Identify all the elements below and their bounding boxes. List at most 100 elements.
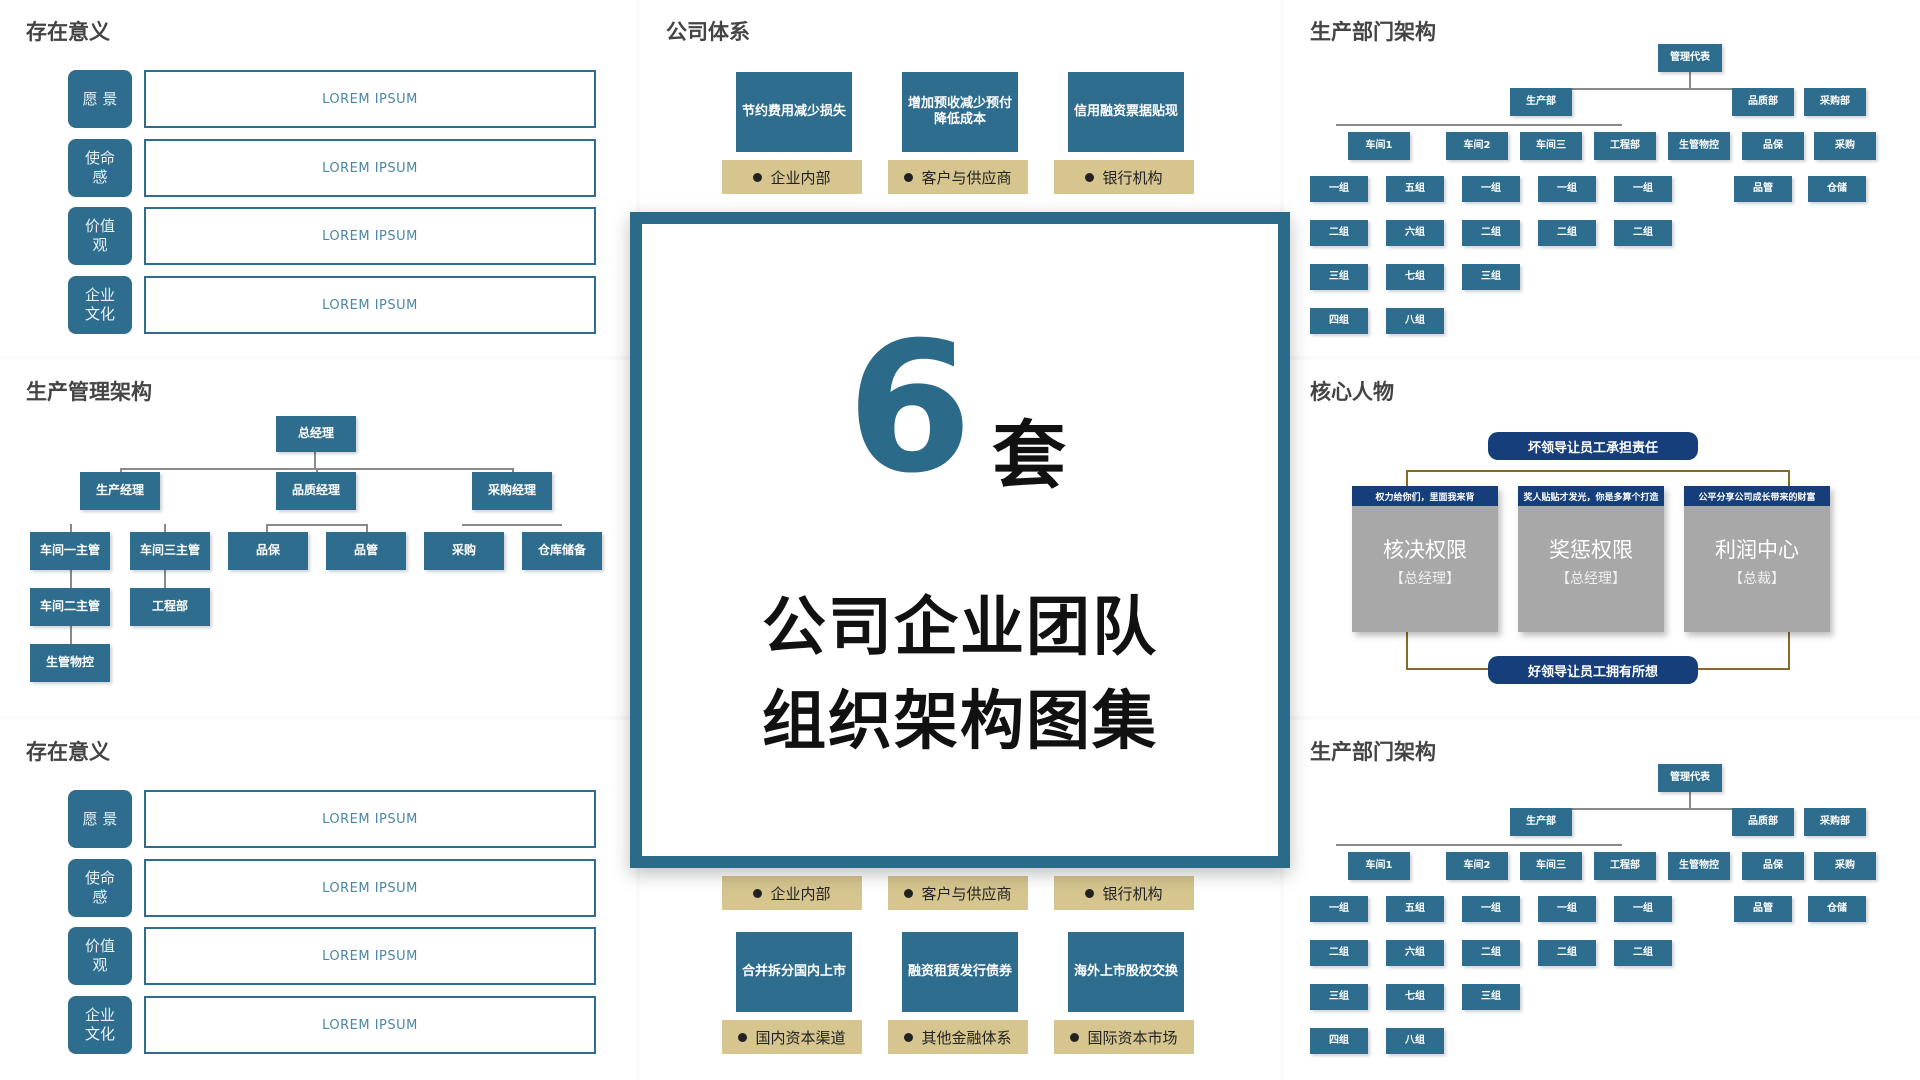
system-label: 其他金融体系 [888,1020,1028,1054]
dept-l3: 二组 [1462,940,1520,966]
panel-title: 生产部门架构 [1310,20,1436,44]
dept-l2: 工程部 [1594,852,1656,880]
dept-l3: 六组 [1386,940,1444,966]
dept-l3: 一组 [1614,176,1672,202]
dept-l1: 生产部 [1510,88,1572,116]
dept-l2: 生管物控 [1668,132,1730,160]
panel-company-system-top: 公司体系 节约费用减少损失 增加预收减少预付降低成本 信用融资票据贴现 企业内部… [640,0,1280,212]
dept-l3: 一组 [1310,896,1368,922]
dept-l3: 一组 [1538,896,1596,922]
dept-l2: 车间1 [1348,132,1410,160]
system-label: 国内资本渠道 [722,1020,862,1054]
system-label: 银行机构 [1054,160,1194,194]
value-row-culture: 企业文化 LOREM IPSUM [68,996,596,1054]
card-head: 权力给你们，里面我来背 [1352,486,1498,506]
center-title-line1: 公司企业团队 [762,591,1158,665]
dept-l3: 二组 [1614,220,1672,246]
label-text: 企业内部 [770,168,831,187]
label-text: 银行机构 [1102,884,1163,903]
value-box: LOREM IPSUM [144,139,596,197]
dept-l1: 品质部 [1732,88,1794,116]
dept-l1: 采购部 [1804,808,1866,836]
card-name: 奖惩权限 [1549,538,1633,562]
value-row-vision: 愿 景 LOREM IPSUM [68,790,596,848]
mgmt-l2: 品保 [228,532,308,570]
dept-l3: 品管 [1734,896,1792,922]
value-box: LOREM IPSUM [144,927,596,985]
dept-l3: 三组 [1462,264,1520,290]
mgmt-l2: 车间三主管 [130,532,210,570]
panel-title: 生产管理架构 [26,380,152,404]
label-text: 客户与供应商 [921,884,1012,903]
card-name: 核决权限 [1383,538,1467,562]
bullet-icon [753,888,763,898]
dept-l3: 二组 [1538,940,1596,966]
card-head: 公平分享公司成长带来的财富 [1684,486,1830,506]
label-text: 其他金融体系 [921,1028,1012,1047]
dept-l3: 八组 [1386,308,1444,334]
dept-l1: 生产部 [1510,808,1572,836]
value-row-values: 价值观 LOREM IPSUM [68,207,596,265]
top-pill: 坏领导让员工承担责任 [1488,432,1698,460]
dept-l3: 二组 [1310,940,1368,966]
core-card: 权力给你们，里面我来背 核决权限 【总经理】 [1352,486,1498,632]
mgmt-l2: 车间一主管 [30,532,110,570]
dept-l3: 三组 [1310,264,1368,290]
dept-l1: 品质部 [1732,808,1794,836]
center-title-line2: 组织架构图集 [762,685,1158,759]
value-box: LOREM IPSUM [144,207,596,265]
label-text: 国际资本市场 [1087,1028,1178,1047]
bullet-icon [1085,172,1095,182]
bullet-icon [904,888,914,898]
value-box: LOREM IPSUM [144,276,596,334]
panel-title: 存在意义 [26,20,110,44]
dept-l3: 六组 [1386,220,1444,246]
bullet-icon [753,172,763,182]
bullet-icon [904,1032,914,1042]
card-sub: 【总经理】 [1556,571,1626,587]
badge-values: 价值观 [68,927,132,985]
mgmt-l2: 仓库储备 [522,532,602,570]
core-card: 奖人贴贴才发光，你是多算个打造 奖惩权限 【总经理】 [1518,486,1664,632]
mgmt-l2: 车间二主管 [30,588,110,626]
dept-l3: 七组 [1386,984,1444,1010]
system-box: 海外上市股权交换 [1068,932,1184,1012]
dept-root: 管理代表 [1658,44,1722,72]
system-label: 企业内部 [722,160,862,194]
panel-meaning-bottom: 存在意义 愿 景 LOREM IPSUM 使命感 LOREM IPSUM 价值观… [0,720,636,1080]
value-row-values: 价值观 LOREM IPSUM [68,927,596,985]
value-row-culture: 企业文化 LOREM IPSUM [68,276,596,334]
badge-culture: 企业文化 [68,996,132,1054]
dept-l2: 车间2 [1446,132,1508,160]
mgmt-l2: 生管物控 [30,644,110,682]
value-box: LOREM IPSUM [144,996,596,1054]
badge-mission: 使命感 [68,859,132,917]
dept-l2: 车间1 [1348,852,1410,880]
dept-l3: 二组 [1310,220,1368,246]
dept-l2: 采购 [1814,132,1876,160]
bullet-icon [904,172,914,182]
dept-l3: 仓储 [1808,176,1866,202]
system-box: 增加预收减少预付降低成本 [902,72,1018,152]
system-label: 银行机构 [1054,876,1194,910]
panel-company-system-bottom: 企业内部 客户与供应商 银行机构 合并拆分国内上市 融资租赁发行债券 海外上市股… [640,868,1280,1080]
dept-l3: 七组 [1386,264,1444,290]
system-label: 客户与供应商 [888,160,1028,194]
label-text: 国内资本渠道 [755,1028,846,1047]
system-box: 节约费用减少损失 [736,72,852,152]
mgmt-l2: 采购 [424,532,504,570]
system-box: 融资租赁发行债券 [902,932,1018,1012]
card-sub: 【总经理】 [1390,571,1460,587]
system-label: 国际资本市场 [1054,1020,1194,1054]
card-head: 奖人贴贴才发光，你是多算个打造 [1518,486,1664,506]
dept-l2: 品保 [1742,852,1804,880]
collage-stage: 存在意义 愿 景 LOREM IPSUM 使命感 LOREM IPSUM 价值观… [0,0,1920,1080]
dept-l2: 生管物控 [1668,852,1730,880]
panel-meaning-top: 存在意义 愿 景 LOREM IPSUM 使命感 LOREM IPSUM 价值观… [0,0,636,356]
set-count-number: 6 [847,304,973,513]
dept-root: 管理代表 [1658,764,1722,792]
dept-l3: 二组 [1462,220,1520,246]
value-row-mission: 使命感 LOREM IPSUM [68,859,596,917]
set-count-unit: 套 [992,413,1066,499]
bullet-icon [738,1032,748,1042]
